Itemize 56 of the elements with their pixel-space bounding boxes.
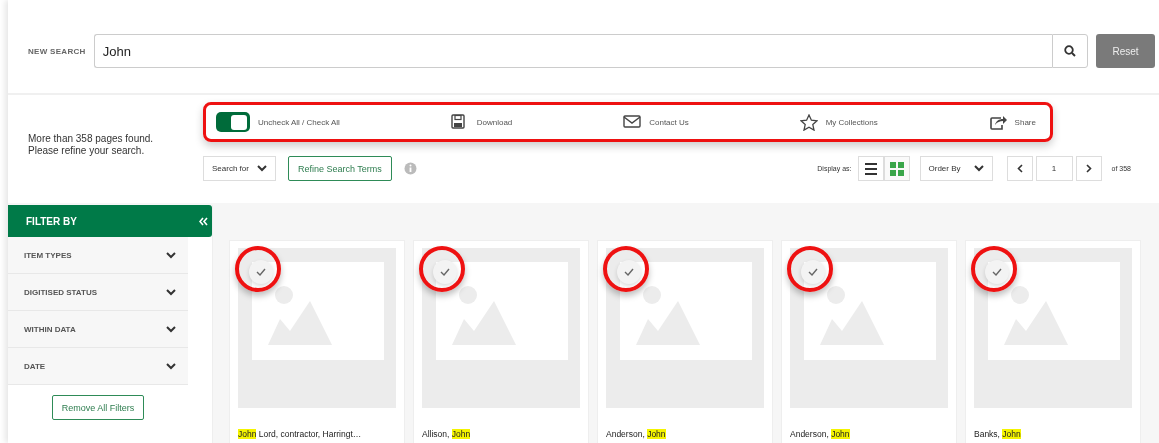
toggle-label: Uncheck All / Check All: [258, 117, 340, 127]
chevron-down-icon: [166, 325, 176, 333]
toggle-switch[interactable]: [216, 112, 250, 132]
checkmark-icon: [624, 268, 634, 276]
search-button[interactable]: [1052, 34, 1088, 68]
remove-filters-button[interactable]: Remove All Filters: [51, 395, 145, 420]
star-button[interactable]: My Collections: [799, 113, 878, 131]
filter-item[interactable]: ITEM TYPES: [8, 237, 188, 274]
image-placeholder-icon: [422, 248, 580, 408]
image-placeholder-icon: [974, 248, 1132, 408]
filter-item[interactable]: DATE: [8, 348, 188, 385]
page-number-field[interactable]: 1: [1035, 156, 1073, 181]
result-message: Please refine your search.: [28, 145, 146, 157]
search-field[interactable]: John: [93, 34, 1052, 68]
info-icon: [403, 162, 417, 175]
image-placeholder-icon: [238, 248, 396, 408]
filter-item[interactable]: DIGITISED STATUS: [8, 274, 188, 311]
search-icon: [1064, 45, 1076, 57]
filter-title: FILTER BY: [26, 215, 77, 227]
card-title[interactable]: Anderson, John: [790, 429, 948, 439]
refine-button[interactable]: Refine Search Terms: [287, 156, 392, 181]
next-page-button[interactable]: [1075, 156, 1102, 181]
mail-button[interactable]: Contact Us: [623, 113, 689, 131]
card-title[interactable]: Banks, John: [974, 429, 1132, 439]
search-for-dropdown[interactable]: Search for: [203, 156, 276, 181]
chevron-down-icon: [973, 165, 984, 172]
checkmark-icon: [992, 268, 1002, 276]
result-message: More than 358 pages found.: [28, 133, 155, 145]
filter-item[interactable]: WITHIN DATA: [8, 311, 188, 348]
search-label: NEW SEARCH: [28, 46, 86, 56]
share-button[interactable]: Share: [988, 113, 1036, 131]
card-title[interactable]: Anderson, John: [606, 429, 764, 439]
star-icon: [799, 113, 818, 131]
checkmark-icon: [808, 268, 818, 276]
card-title[interactable]: John Lord, contractor, Harringt…: [238, 429, 396, 439]
chevron-right-icon: [1085, 164, 1092, 173]
chevron-left-icon: [1016, 164, 1023, 173]
reset-button[interactable]: Reset: [1096, 34, 1155, 68]
chevron-down-icon: [166, 288, 176, 296]
list-view-button[interactable]: [857, 156, 884, 181]
checkmark-icon: [256, 268, 266, 276]
share-icon: [988, 113, 1007, 131]
card-title[interactable]: Allison, John: [422, 429, 580, 439]
envelope-icon: [623, 113, 642, 131]
previous-page-button[interactable]: [1006, 156, 1033, 181]
image-placeholder-icon: [606, 248, 764, 408]
chevron-down-icon: [166, 362, 176, 370]
order-by-dropdown[interactable]: Order By: [919, 156, 993, 181]
list-icon: [863, 161, 878, 176]
checkmark-icon: [440, 268, 450, 276]
image-placeholder-icon: [790, 248, 948, 408]
chevron-down-icon: [166, 251, 176, 259]
chevron-down-icon: [256, 165, 267, 172]
download-button[interactable]: Download: [450, 113, 513, 131]
grid-icon: [889, 161, 904, 176]
double-chevron-left-icon: [199, 216, 208, 226]
